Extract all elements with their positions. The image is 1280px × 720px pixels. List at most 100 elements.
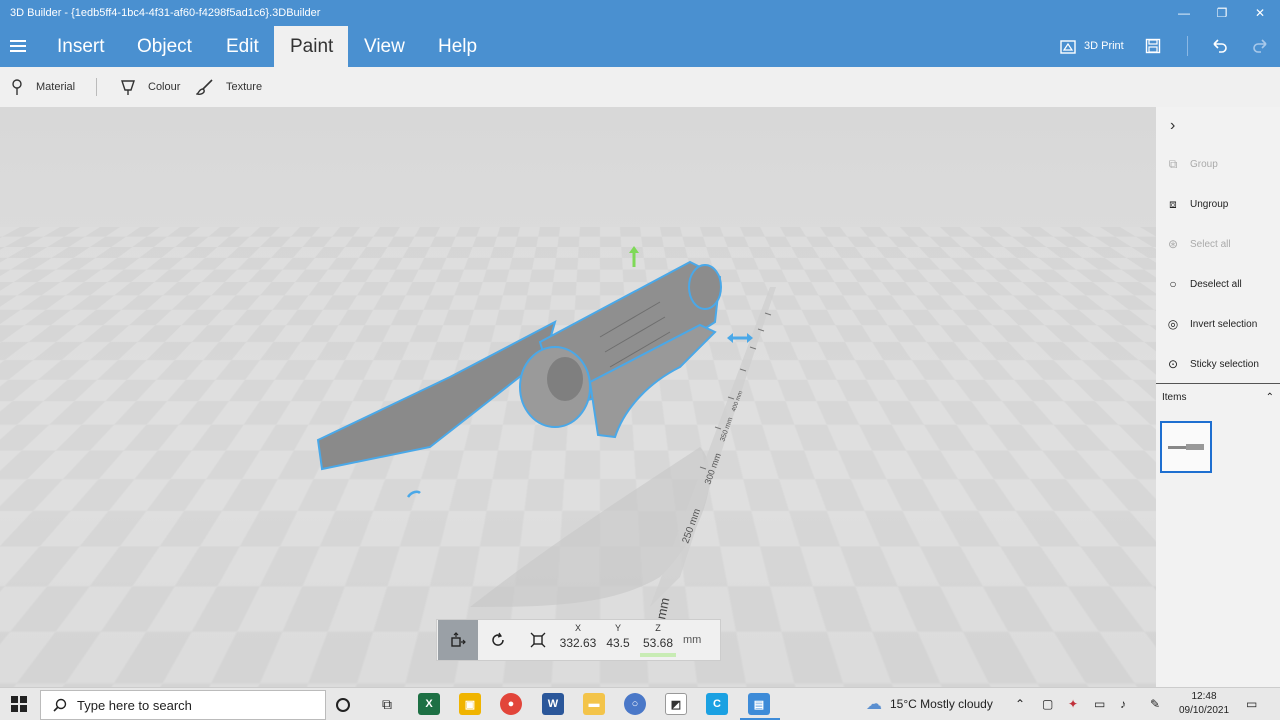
tab-view[interactable]: View (348, 26, 421, 67)
deselect-all-label: Deselect all (1190, 278, 1242, 290)
printer-3d-icon (1060, 39, 1076, 54)
tab-insert[interactable]: Insert (41, 26, 121, 67)
3d-builder-taskbar-icon[interactable]: ▤ (748, 693, 770, 715)
side-panel: › ⧉ Group ⧈ Ungroup ⊛ Select all ○ Desel… (1156, 107, 1280, 687)
tab-object[interactable]: Object (121, 26, 208, 67)
cortana-icon[interactable] (336, 698, 350, 712)
group-label: Group (1190, 158, 1218, 170)
app-c-icon[interactable]: C (706, 693, 728, 715)
paint-bucket-icon (121, 80, 135, 95)
x-value[interactable]: 332.63 (558, 636, 598, 650)
weather-widget[interactable]: ☁ 15°C Mostly cloudy (866, 688, 993, 720)
ungroup-icon: ⧈ (1169, 197, 1177, 211)
taskbar: Type here to search ⧉ X ▣ ● W ▬ ○ ◩ C ▤ … (0, 687, 1280, 720)
store-icon[interactable]: ▣ (459, 693, 481, 715)
model-cap (688, 264, 722, 310)
group-icon: ⧉ (1168, 157, 1178, 171)
minimize-button[interactable]: — (1165, 0, 1203, 26)
windows-start-icon[interactable] (11, 696, 27, 717)
paint-toolbar: Material Colour Texture (0, 67, 1280, 107)
file-explorer-icon[interactable]: ▬ (583, 693, 605, 715)
deselect-all-button[interactable]: ○ Deselect all (1166, 274, 1242, 294)
tab-help[interactable]: Help (422, 26, 493, 67)
undo-button[interactable] (1211, 26, 1229, 67)
chevron-up-tray-icon[interactable]: ⌃ (1015, 688, 1025, 720)
texture-label: Texture (226, 81, 263, 93)
tray-app-icon[interactable]: ▢ (1042, 688, 1053, 720)
item-thumbnail[interactable] (1160, 421, 1212, 473)
group-button[interactable]: ⧉ Group (1166, 154, 1218, 174)
tab-edit[interactable]: Edit (210, 26, 275, 67)
pen-icon[interactable]: ✎ (1150, 688, 1160, 720)
panel-divider (1156, 383, 1280, 384)
rotate-icon (492, 632, 504, 646)
search-icon (53, 698, 67, 712)
search-placeholder: Type here to search (77, 697, 192, 713)
window-title: 3D Builder - {1edb5ff4-1bc4-4f31-af60-f4… (10, 7, 321, 19)
unit-label[interactable]: mm (683, 634, 701, 646)
chrome-icon[interactable]: ● (500, 693, 522, 715)
colour-label: Colour (148, 81, 181, 93)
chevron-up-icon[interactable]: ⌃ (1266, 392, 1274, 403)
taskbar-search-box[interactable]: Type here to search (40, 690, 326, 720)
app-photo-icon[interactable]: ◩ (665, 693, 687, 715)
x-label: X (574, 623, 581, 633)
3d-viewport[interactable]: 250 mm 300 mm 350 mm 400 mm mm (0, 107, 1156, 687)
scene-svg: 250 mm 300 mm 350 mm 400 mm mm (316, 246, 776, 621)
title-bar: 3D Builder - {1edb5ff4-1bc4-4f31-af60-f4… (0, 0, 1280, 26)
model-blade (316, 320, 557, 471)
app-circle-icon[interactable]: ○ (624, 693, 646, 715)
y-coordinate[interactable]: Y 43.5 (598, 620, 638, 650)
texture-tool[interactable]: Texture (196, 67, 262, 107)
y-value[interactable]: 43.5 (598, 636, 638, 650)
y-label: Y (614, 623, 621, 633)
notifications-icon[interactable]: ▭ (1246, 688, 1257, 720)
redo-button[interactable] (1251, 26, 1269, 67)
move-icon (451, 632, 466, 647)
material-tool[interactable]: Material (10, 67, 75, 107)
sticky-selection-label: Sticky selection (1190, 358, 1259, 370)
z-coordinate[interactable]: Z 53.68 (638, 620, 678, 657)
items-header[interactable]: Items ⌃ (1162, 392, 1274, 403)
x-coordinate[interactable]: X 332.63 (558, 620, 598, 650)
dropbox-icon[interactable]: ✦ (1068, 688, 1078, 720)
collapse-panel-icon[interactable]: › (1170, 117, 1175, 135)
battery-icon[interactable]: ▭ (1094, 688, 1105, 720)
z-label: Z (655, 623, 661, 633)
word-icon[interactable]: W (542, 693, 564, 715)
sticky-selection-icon: ⊙ (1167, 357, 1179, 371)
ungroup-label: Ungroup (1190, 198, 1229, 210)
save-icon (1145, 38, 1161, 54)
clock-time: 12:48 (1191, 691, 1217, 702)
invert-selection-button[interactable]: ◎ Invert selection (1166, 314, 1258, 334)
ungroup-button[interactable]: ⧈ Ungroup (1166, 194, 1228, 214)
rotate-button[interactable] (478, 620, 518, 660)
clock[interactable]: 12:48 09/10/2021 (1176, 690, 1232, 718)
move-button[interactable] (438, 620, 478, 660)
move-z-gizmo (629, 246, 639, 267)
task-view-icon[interactable]: ⧉ (376, 693, 398, 715)
scale-button[interactable] (518, 620, 558, 660)
print-3d-label: 3D Print (1084, 40, 1124, 52)
z-value[interactable]: 53.68 (638, 636, 678, 650)
tab-paint[interactable]: Paint (274, 26, 348, 67)
select-all-button[interactable]: ⊛ Select all (1166, 234, 1231, 254)
sticky-selection-button[interactable]: ⊙ Sticky selection (1166, 354, 1259, 374)
rotate-gizmo (406, 490, 421, 498)
z-axis-indicator (640, 653, 676, 657)
volume-icon[interactable]: ♪ (1120, 688, 1126, 720)
ribbon-divider (1187, 36, 1188, 56)
save-button[interactable] (1145, 26, 1161, 67)
ruler-label-mm: mm (653, 596, 672, 620)
weather-text: 15°C Mostly cloudy (890, 697, 993, 711)
hamburger-menu-icon[interactable] (10, 40, 26, 52)
print-3d-button[interactable]: 3D Print (1060, 26, 1124, 67)
colour-tool[interactable]: Colour (120, 67, 180, 107)
invert-selection-label: Invert selection (1190, 318, 1258, 330)
cloud-icon: ☁ (866, 696, 882, 713)
material-label: Material (36, 81, 76, 93)
items-label: Items (1162, 392, 1187, 403)
excel-icon[interactable]: X (418, 693, 440, 715)
maximize-button[interactable]: ❐ (1203, 0, 1241, 26)
close-button[interactable]: ✕ (1241, 0, 1279, 26)
